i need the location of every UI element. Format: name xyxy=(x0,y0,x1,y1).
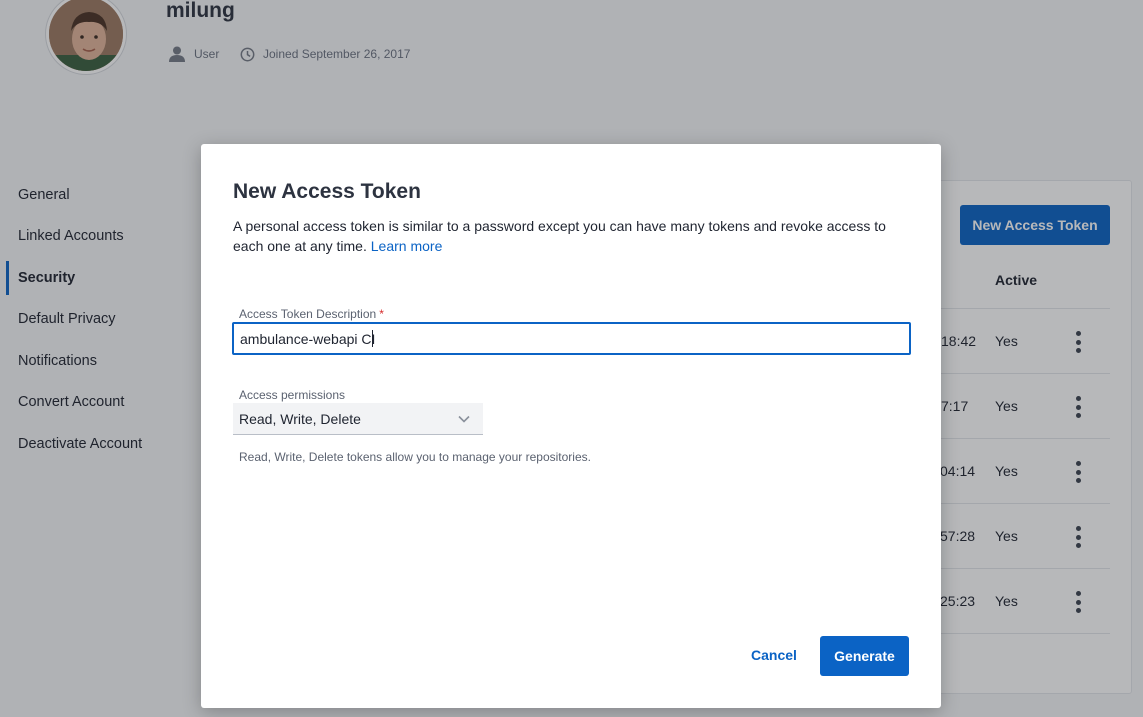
token-description-label: Access Token Description * xyxy=(239,307,384,321)
dialog-description: A personal access token is similar to a … xyxy=(233,216,913,256)
access-permissions-label: Access permissions xyxy=(239,388,346,402)
token-description-input[interactable] xyxy=(232,322,911,355)
text-caret xyxy=(372,330,373,347)
learn-more-link[interactable]: Learn more xyxy=(371,238,443,254)
required-marker: * xyxy=(379,307,384,321)
permissions-help-text: Read, Write, Delete tokens allow you to … xyxy=(239,450,591,464)
access-permissions-select[interactable]: Read, Write, Delete xyxy=(233,403,483,435)
new-access-token-dialog: New Access Token A personal access token… xyxy=(201,144,941,708)
dialog-title: New Access Token xyxy=(233,180,421,203)
access-permissions-value: Read, Write, Delete xyxy=(239,410,361,427)
generate-button[interactable]: Generate xyxy=(820,636,909,676)
cancel-button[interactable]: Cancel xyxy=(739,636,809,674)
dialog-description-text: A personal access token is similar to a … xyxy=(233,218,886,254)
chevron-down-icon xyxy=(457,412,471,429)
token-description-label-text: Access Token Description xyxy=(239,307,377,321)
